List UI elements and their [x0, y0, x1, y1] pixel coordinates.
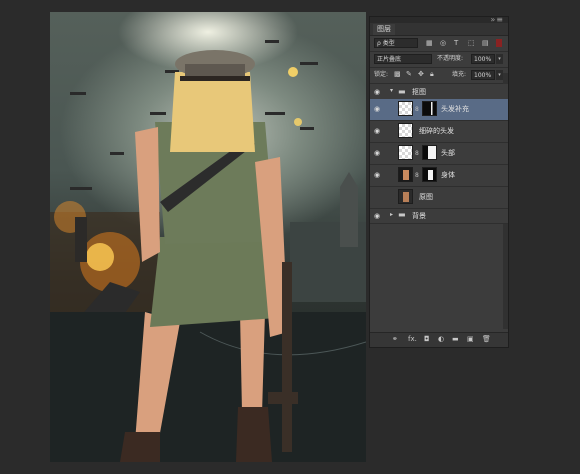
- lock-row: 锁定: ▩ ✎ ✥ 🔒︎ 填充: 100% ▾: [370, 68, 508, 84]
- eye-icon[interactable]: ◉: [374, 150, 382, 157]
- layer-thumbnail: [398, 167, 413, 182]
- smart-object-filter-icon[interactable]: ▤: [482, 39, 489, 47]
- layer-name[interactable]: 背景: [412, 211, 426, 221]
- layer-name[interactable]: 身体: [441, 170, 455, 180]
- layer-row[interactable]: ◉ 细碎的头发: [370, 121, 508, 143]
- folder-icon: ▬: [398, 210, 406, 219]
- layer-thumbnail: [398, 123, 413, 138]
- trash-icon[interactable]: 🗑: [482, 335, 491, 343]
- layer-name[interactable]: 抠图: [412, 87, 426, 97]
- layer-name[interactable]: 头部: [441, 148, 455, 158]
- lock-all-icon[interactable]: 🔒︎: [430, 70, 434, 79]
- eye-icon[interactable]: ◉: [374, 172, 382, 179]
- opacity-label: 不透明度:: [437, 55, 464, 62]
- image-filter-icon[interactable]: ▦: [426, 39, 433, 47]
- eye-icon[interactable]: ◉: [374, 106, 382, 113]
- eye-hidden-icon[interactable]: [374, 194, 382, 200]
- shape-filter-icon[interactable]: ⬚: [468, 39, 475, 47]
- mask-thumbnail: [422, 145, 437, 160]
- layer-row[interactable]: ◉ 8 头部: [370, 143, 508, 165]
- add-mask-icon[interactable]: ◘: [424, 335, 430, 343]
- layer-group-row[interactable]: ◉ ▾ ▬ 抠图: [370, 84, 508, 100]
- folder-icon[interactable]: ▬: [452, 335, 459, 343]
- layer-thumbnail: [398, 189, 413, 204]
- eye-icon[interactable]: ◉: [374, 128, 382, 135]
- layer-thumbnail: [398, 145, 413, 160]
- tab-layers[interactable]: 图层: [373, 24, 395, 35]
- layer-thumbnail: [398, 101, 413, 116]
- filter-toggle-icon[interactable]: [496, 39, 502, 47]
- fill-slider-icon[interactable]: ▾: [496, 70, 503, 80]
- chevron-right-icon[interactable]: ▸: [390, 211, 393, 218]
- link-icon: 8: [415, 172, 419, 179]
- layer-name[interactable]: 头发补充: [441, 104, 469, 114]
- text-filter-icon[interactable]: T: [454, 39, 458, 47]
- mask-thumbnail: [422, 167, 437, 182]
- layer-group-row[interactable]: ◉ ▸ ▬ 背景: [370, 209, 508, 224]
- eye-icon[interactable]: ◉: [374, 213, 382, 220]
- lock-transparent-icon[interactable]: ▩: [394, 70, 401, 78]
- filter-row: ρ 类型 ▦ ◎ T ⬚ ▤: [370, 36, 508, 52]
- layers-bottom-toolbar: ⚭ fx. ◘ ◐ ▬ ▣ 🗑: [370, 332, 508, 347]
- panel-tab-row: 图层: [370, 23, 508, 36]
- layers-panel: »≡ 图层 ρ 类型 ▦ ◎ T ⬚ ▤ 正片叠底 不透明度: 100% ▾ 锁…: [369, 15, 509, 348]
- fill-input[interactable]: 100%: [471, 70, 495, 80]
- document-canvas[interactable]: [50, 12, 366, 462]
- layer-row[interactable]: ◉ 8 身体: [370, 165, 508, 187]
- adjustment-icon[interactable]: ◐: [438, 335, 444, 343]
- fill-label: 填充:: [452, 71, 467, 78]
- blend-row: 正片叠底 不透明度: 100% ▾: [370, 52, 508, 68]
- opacity-input[interactable]: 100%: [471, 54, 495, 64]
- lock-position-icon[interactable]: ✥: [418, 70, 424, 78]
- folder-icon: ▬: [398, 87, 406, 96]
- layer-name[interactable]: 细碎的头发: [419, 126, 454, 136]
- new-layer-icon[interactable]: ▣: [467, 335, 474, 343]
- chevron-down-icon[interactable]: ▾: [390, 87, 393, 94]
- filter-type-select[interactable]: ρ 类型: [374, 38, 418, 48]
- adjustment-filter-icon[interactable]: ◎: [440, 39, 446, 47]
- eye-icon[interactable]: ◉: [374, 89, 382, 96]
- fx-icon[interactable]: fx.: [408, 335, 417, 343]
- lock-label: 锁定:: [374, 71, 389, 78]
- link-icon: 8: [415, 150, 419, 157]
- opacity-slider-icon[interactable]: ▾: [496, 54, 503, 64]
- layer-name[interactable]: 原图: [419, 192, 433, 202]
- poster-artwork: [50, 40, 366, 462]
- lock-pixels-icon[interactable]: ✎: [406, 70, 412, 78]
- mask-thumbnail: [422, 101, 437, 116]
- blend-mode-select[interactable]: 正片叠底: [374, 54, 432, 64]
- layer-row[interactable]: ◉ 8 头发补充: [370, 99, 508, 121]
- layer-row[interactable]: 原图: [370, 187, 508, 209]
- link-icon: 8: [415, 106, 419, 113]
- link-icon[interactable]: ⚭: [392, 335, 398, 343]
